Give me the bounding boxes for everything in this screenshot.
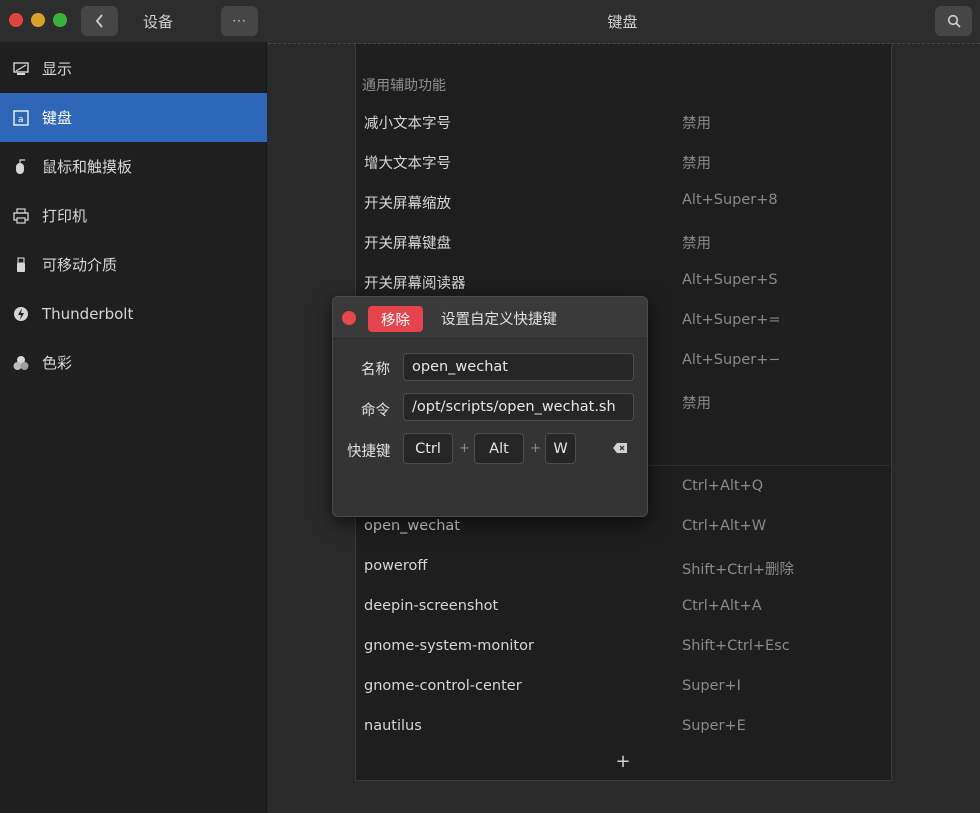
sidebar-item-keyboard[interactable]: a 键盘	[0, 93, 267, 142]
shortcut-key[interactable]: 禁用	[682, 112, 711, 133]
sidebar-item-mouse[interactable]: 鼠标和触摸板	[0, 142, 267, 191]
shortcut-key[interactable]: 禁用	[682, 232, 711, 253]
key-ctrl[interactable]: Ctrl	[403, 433, 453, 464]
shortcut-name: 开关屏幕键盘	[364, 232, 451, 253]
shortcut-name: open_wechat	[364, 518, 460, 534]
more-button[interactable]: ···	[221, 6, 258, 36]
shortcut-row[interactable]: gnome-control-center Super+I	[356, 667, 890, 707]
sidebar-item-printer[interactable]: 打印机	[0, 191, 267, 240]
thunderbolt-icon	[13, 306, 29, 322]
shortcut-key[interactable]: Ctrl+Alt+Q	[682, 478, 763, 494]
svg-text:a: a	[18, 115, 24, 125]
add-shortcut-button[interactable]: +	[614, 751, 632, 775]
display-icon	[13, 61, 29, 77]
printer-icon	[13, 208, 29, 224]
dialog-close-button[interactable]	[342, 311, 356, 325]
key-separator: +	[459, 441, 470, 456]
name-field[interactable]	[403, 353, 634, 381]
sidebar-item-removable-media[interactable]: 可移动介质	[0, 240, 267, 289]
sidebar-item-label: 可移动介质	[42, 254, 117, 275]
sidebar-item-thunderbolt[interactable]: Thunderbolt	[0, 289, 267, 338]
sidebar-item-color[interactable]: 色彩	[0, 338, 267, 387]
shortcut-row[interactable]: nautilus Super+E	[356, 707, 890, 747]
more-icon: ···	[232, 14, 246, 28]
command-field[interactable]	[403, 393, 634, 421]
app-title: 设备	[143, 11, 173, 32]
name-label: 名称	[361, 358, 390, 379]
custom-shortcut-dialog: 移除 设置自定义快捷键 名称 命令 快捷键 Ctrl + Alt + W	[332, 296, 648, 517]
shortcut-key[interactable]: Alt+Super+8	[682, 192, 778, 208]
shortcut-row[interactable]: 开关屏幕缩放 Alt+Super+8	[356, 181, 890, 221]
shortcut-key[interactable]: Shift+Ctrl+删除	[682, 558, 794, 579]
dialog-title: 设置自定义快捷键	[441, 308, 557, 329]
sidebar-item-label: Thunderbolt	[42, 305, 133, 323]
sidebar-item-label: 打印机	[42, 205, 87, 226]
shortcut-key[interactable]: 禁用	[682, 392, 711, 413]
shortcut-row[interactable]: poweroff Shift+Ctrl+删除	[356, 547, 890, 587]
command-label: 命令	[361, 399, 390, 420]
search-icon	[947, 14, 961, 28]
shortcut-row[interactable]: gnome-system-monitor Shift+Ctrl+Esc	[356, 627, 890, 667]
sidebar-item-label: 鼠标和触摸板	[42, 156, 132, 177]
window-minimize-button[interactable]	[31, 13, 45, 27]
sidebar-item-label: 色彩	[42, 352, 72, 373]
shortcut-key[interactable]: Super+E	[682, 718, 746, 734]
usb-icon	[13, 257, 29, 273]
shortcut-row[interactable]: 开关屏幕键盘 禁用	[356, 221, 890, 261]
remove-button[interactable]: 移除	[368, 306, 423, 332]
shortcut-name: poweroff	[364, 558, 427, 574]
shortcut-name: gnome-system-monitor	[364, 638, 534, 654]
sidebar-item-display[interactable]: 显示	[0, 44, 267, 93]
shortcut-row[interactable]: deepin-screenshot Ctrl+Alt+A	[356, 587, 890, 627]
shortcut-key[interactable]: Ctrl+Alt+W	[682, 518, 766, 534]
sidebar-item-label: 显示	[42, 58, 72, 79]
key-w[interactable]: W	[545, 433, 576, 464]
dialog-header: 移除 设置自定义快捷键	[333, 297, 647, 339]
key-separator: +	[530, 441, 541, 456]
window-maximize-button[interactable]	[53, 13, 67, 27]
keyboard-icon: a	[13, 110, 29, 126]
shortcut-key[interactable]: 禁用	[682, 152, 711, 173]
shortcut-name: deepin-screenshot	[364, 598, 498, 614]
backspace-icon[interactable]	[613, 443, 627, 453]
shortcut-label: 快捷键	[347, 440, 391, 461]
shortcut-key[interactable]: Super+I	[682, 678, 741, 694]
shortcut-row[interactable]: 减小文本字号 禁用	[356, 101, 890, 141]
shortcut-name: nautilus	[364, 718, 422, 734]
chevron-left-icon	[95, 14, 105, 28]
shortcut-name: 开关屏幕阅读器	[364, 272, 466, 293]
shortcut-key[interactable]: Alt+Super+=	[682, 312, 781, 328]
shortcut-key[interactable]: Shift+Ctrl+Esc	[682, 638, 790, 654]
shortcut-row[interactable]: 增大文本字号 禁用	[356, 141, 890, 181]
color-icon	[13, 355, 29, 371]
shortcut-name: 开关屏幕缩放	[364, 192, 451, 213]
shortcut-row[interactable]: 开关屏幕阅读器 Alt+Super+S	[356, 261, 890, 301]
title-bar: 设备 ··· 键盘	[0, 0, 980, 42]
sidebar-item-label: 键盘	[42, 107, 72, 128]
back-button[interactable]	[81, 6, 118, 36]
mouse-icon	[13, 159, 29, 175]
search-button[interactable]	[935, 6, 972, 36]
shortcut-name: 减小文本字号	[364, 112, 451, 133]
shortcut-name: gnome-control-center	[364, 678, 522, 694]
shortcut-key[interactable]: Alt+Super+S	[682, 272, 778, 288]
section-title: 通用辅助功能	[362, 75, 446, 95]
shortcut-key[interactable]: Alt+Super+−	[682, 352, 781, 368]
shortcut-key[interactable]: Ctrl+Alt+A	[682, 598, 762, 614]
shortcut-name: 增大文本字号	[364, 152, 451, 173]
window-close-button[interactable]	[9, 13, 23, 27]
sidebar: 显示 a 键盘 鼠标和触摸板 打印机 可移动介质 Thunderbolt 色彩	[0, 42, 267, 813]
key-alt[interactable]: Alt	[474, 433, 524, 464]
